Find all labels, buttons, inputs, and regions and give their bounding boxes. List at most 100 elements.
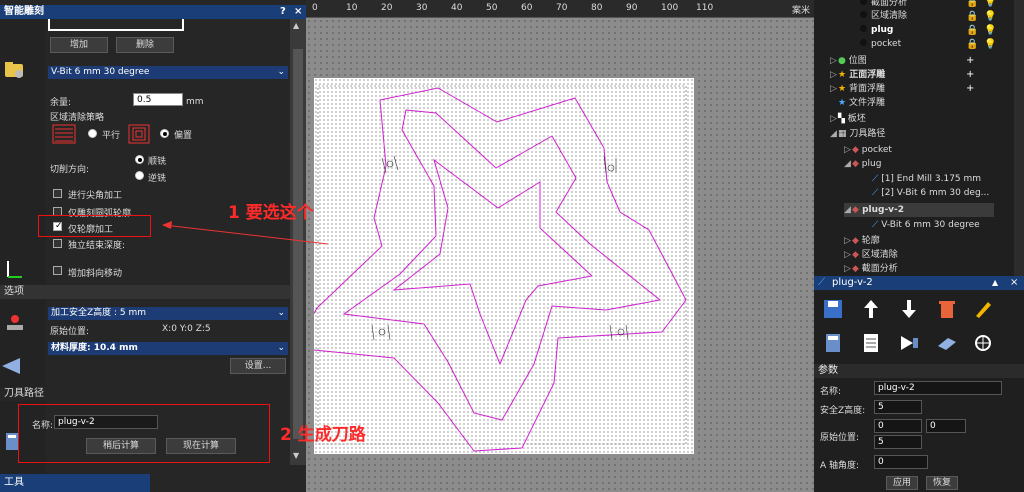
save-icon[interactable] [822, 298, 844, 320]
tree-item-label: V-Bit 6 mm 30 degree [881, 220, 980, 230]
bitmap-icon: ● [838, 56, 846, 66]
scroll-down-icon[interactable]: ▼ [293, 451, 299, 460]
parallel-strategy-icon [52, 124, 76, 144]
tool-select-value: V-Bit 6 mm 30 degree [51, 67, 150, 77]
ruler-tick: 10 [346, 3, 358, 13]
lightbulb-icon[interactable]: 💡 [984, 0, 996, 10]
ruler-tick: 80 [591, 3, 603, 13]
tree-item-label: plug-v-2 [862, 205, 905, 215]
params-home-y-input[interactable]: 0 [926, 419, 966, 433]
toolpath-item-icon: ◆ [852, 264, 859, 274]
tree-item[interactable]: ▷◆ pocket [844, 143, 892, 157]
pin-icon[interactable]: ▲ [992, 276, 998, 290]
tree-item-label: 刀具路径 [849, 129, 886, 139]
params-home-x-input[interactable]: 0 [874, 419, 922, 433]
tree-item[interactable]: 区域清除 [860, 9, 907, 23]
add-icon[interactable]: + [966, 68, 974, 82]
climb-radio[interactable] [135, 155, 144, 164]
tools-section-tab[interactable]: 工具 [0, 474, 150, 492]
material-thickness-dropdown[interactable]: 材料厚度: 10.4 mm ⌄ [48, 342, 288, 355]
lightbulb-icon[interactable]: 💡 [984, 10, 996, 24]
scroll-up-icon[interactable]: ▲ [293, 21, 299, 30]
toolpath-item-icon: ◆ [852, 159, 859, 169]
chevron-down-icon: ⌄ [277, 67, 285, 77]
tree-item[interactable]: ▷▚ 板坯 [830, 112, 866, 126]
params-safe-z-label: 安全Z高度: [820, 406, 866, 416]
folder-icon [4, 59, 26, 81]
tree-item[interactable]: ▷★ 背面浮雕 [830, 82, 885, 96]
close-button[interactable]: × [294, 5, 302, 19]
allowance-unit: mm [186, 97, 204, 107]
dot-icon [860, 11, 867, 18]
lightbulb-icon[interactable]: 💡 [984, 38, 996, 52]
tree-scrollbar[interactable] [1014, 0, 1024, 276]
delete-icon[interactable] [936, 298, 958, 320]
lock-icon[interactable]: 🔒 [966, 38, 978, 52]
cut-direction-label: 切削方向: [50, 165, 90, 175]
params-a-axis-input[interactable]: 0 [874, 455, 928, 469]
safe-z-dropdown[interactable]: 加工安全Z高度 : 5 mm ⌄ [48, 307, 288, 320]
ramp-move-checkbox[interactable] [53, 266, 62, 275]
reset-button[interactable]: 恢复 [926, 476, 958, 490]
edit-icon[interactable] [972, 298, 994, 320]
settings-button[interactable]: 设置... [230, 358, 286, 374]
material-sheet[interactable] [293, 78, 694, 454]
tree-item[interactable]: ⟋ [1] End Mill 3.175 mm [872, 172, 981, 186]
tree-item[interactable]: plug [860, 23, 893, 37]
lock-icon[interactable]: 🔒 [966, 0, 978, 10]
tree-item[interactable]: ★ 文件浮雕 [830, 96, 885, 110]
lock-icon[interactable]: 🔒 [966, 10, 978, 24]
ramp-move-label: 增加斜向移动 [68, 269, 123, 279]
add-icon[interactable]: + [966, 54, 974, 68]
help-button[interactable]: ? [280, 5, 286, 19]
add-tool-button[interactable]: 增加 [50, 37, 108, 53]
conventional-radio[interactable] [135, 171, 144, 180]
tree-item-label: 截面分析 [871, 0, 908, 8]
material-icon[interactable] [936, 332, 958, 354]
tool-icon: ⟋ [872, 174, 879, 184]
annotation-step2: 2 生成刀路 [280, 425, 366, 445]
tree-item[interactable]: pocket [860, 37, 901, 51]
tree-item[interactable]: ▷◆ 轮廓 [844, 234, 880, 248]
toolpath-item-icon: ◆ [852, 236, 859, 246]
tree-item[interactable]: ⟋ V-Bit 6 mm 30 degree [872, 218, 980, 232]
tree-item[interactable]: ▷◆ 区域清除 [844, 248, 898, 262]
tree-item-label: 位图 [848, 56, 867, 66]
transform-icon[interactable] [972, 332, 994, 354]
toolpath-item-icon: ◆ [852, 145, 859, 155]
conventional-label: 逆铣 [148, 174, 167, 184]
arrow-down-icon[interactable] [898, 298, 920, 320]
parallel-radio[interactable] [88, 129, 97, 138]
close-icon[interactable]: × [1010, 276, 1018, 290]
delete-tool-button[interactable]: 删除 [116, 37, 174, 53]
ruler-tick: 70 [556, 3, 568, 13]
tree-item[interactable]: ◢◆ plug [844, 157, 881, 171]
calculator-icon[interactable] [822, 332, 844, 354]
project-tree[interactable]: 截面分析 区域清除 plug pocket ▷● 位图 ▷★ 正面浮雕 ▷★ 背… [814, 0, 1024, 276]
tool-select-dropdown[interactable]: V-Bit 6 mm 30 degree ⌄ [48, 66, 288, 79]
dot-icon [860, 39, 867, 46]
lock-icon[interactable]: 🔒 [966, 24, 978, 38]
tool-icon: ⟋ [872, 220, 879, 230]
tool-list-box[interactable] [48, 19, 184, 31]
params-home-z-input[interactable]: 5 [874, 435, 922, 449]
params-safe-z-input[interactable]: 5 [874, 400, 922, 414]
offset-radio[interactable] [160, 129, 169, 138]
add-icon[interactable]: + [966, 82, 974, 96]
allowance-input[interactable]: 0.5 [133, 93, 183, 106]
independent-depth-checkbox[interactable] [53, 239, 62, 248]
tree-item[interactable]: ▷★ 正面浮雕 [830, 68, 885, 82]
tree-item[interactable]: ◢▦ 刀具路径 [830, 127, 885, 141]
corner-machining-checkbox[interactable] [53, 189, 62, 198]
tree-status-column: 🔒 🔒 🔒 🔒 + + + 💡 💡 💡 💡 [966, 0, 1020, 276]
params-name-input[interactable]: plug-v-2 [874, 381, 1002, 395]
tree-item[interactable]: ▷◆ 截面分析 [844, 262, 898, 276]
tree-item[interactable]: ▷● 位图 [830, 54, 867, 68]
apply-button[interactable]: 应用 [886, 476, 918, 490]
lightbulb-icon[interactable]: 💡 [984, 24, 996, 38]
arrow-up-icon[interactable] [860, 298, 882, 320]
toolpath-tool-panel-title: plug-v-2 ⟋ ▲ × [814, 276, 1024, 290]
ruler-tick: 0 [312, 3, 318, 13]
report-icon[interactable] [860, 332, 882, 354]
simulate-icon[interactable] [898, 332, 920, 354]
